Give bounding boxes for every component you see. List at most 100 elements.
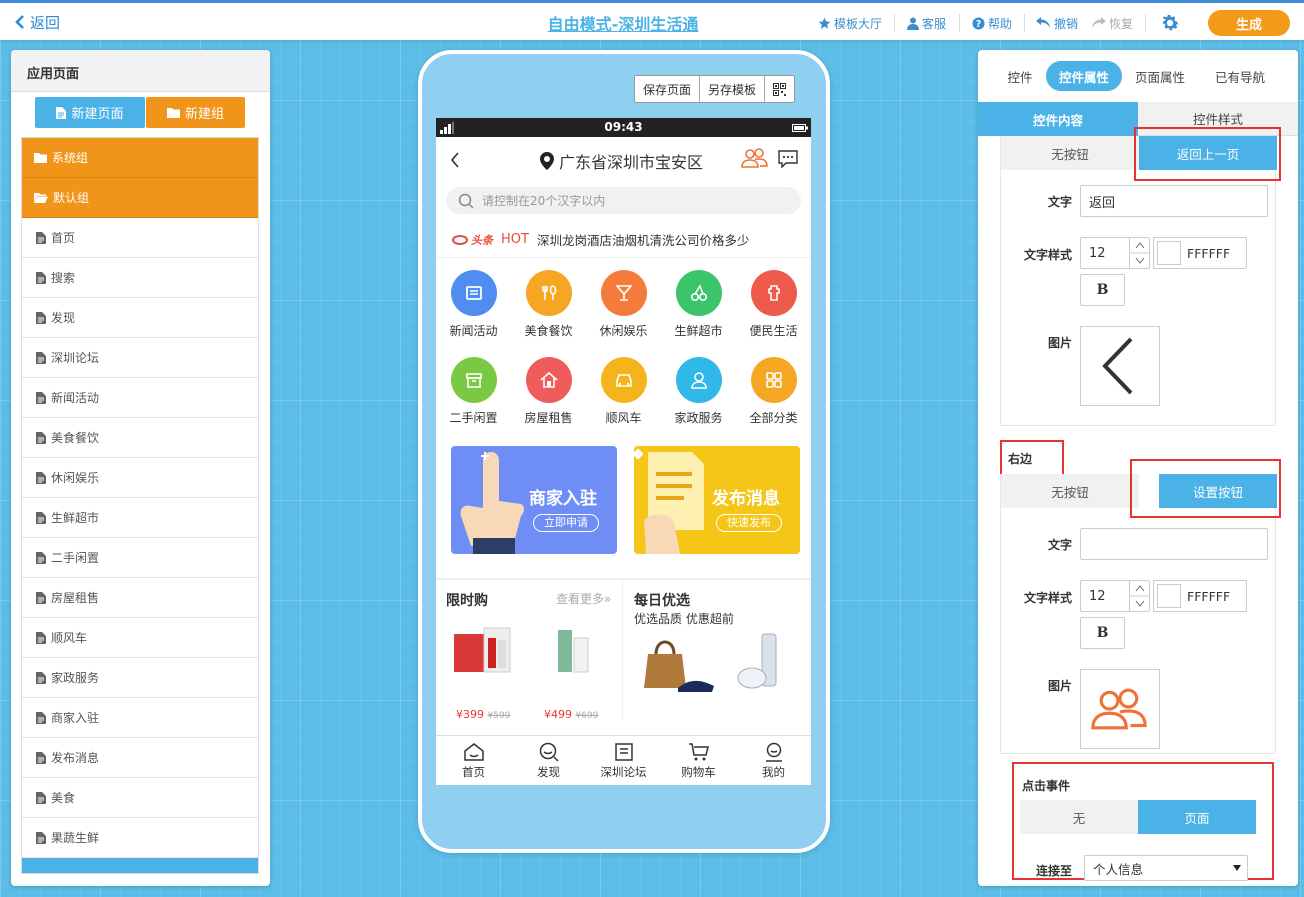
click-none-option[interactable]: 无 (1020, 800, 1138, 834)
cocktail-icon (600, 270, 647, 316)
category-item[interactable]: 生鲜超市 (661, 270, 736, 339)
list-item[interactable]: 首页 (22, 218, 258, 258)
list-item[interactable]: 果蔬生鲜 (22, 818, 258, 858)
bold-toggle[interactable]: B (1080, 274, 1125, 306)
font-size-stepper[interactable]: 12 (1080, 580, 1150, 612)
file-icon (36, 271, 46, 284)
new-group-button[interactable]: 新建组 (146, 97, 245, 128)
newspaper-icon (450, 270, 497, 316)
publish-banner[interactable]: 发布消息 快速发布 (634, 446, 800, 554)
list-item[interactable]: 顺风车 (22, 618, 258, 658)
location[interactable]: 广东省深圳市宝安区 (540, 149, 703, 173)
new-page-button[interactable]: 新建页面 (35, 97, 145, 128)
no-button-option[interactable]: 无按钮 (1001, 136, 1139, 170)
generate-button[interactable]: 生成 (1208, 10, 1290, 36)
list-item[interactable]: 家政服务 (22, 658, 258, 698)
right-text-input[interactable] (1080, 528, 1268, 560)
see-more-link[interactable]: 查看更多» (556, 590, 611, 607)
news-ticker[interactable]: 头条 HOT 深圳龙岗酒店油烟机清洗公司价格多少 (436, 222, 811, 258)
panel-title: 应用页面 (11, 50, 270, 92)
color-value: FFFFFF (1187, 245, 1231, 261)
category-row: 新闻活动 美食餐饮 休闲娱乐 生鲜超市 便民生活 (436, 270, 811, 339)
category-item[interactable]: 美食餐饮 (511, 270, 586, 339)
tab-page-properties[interactable]: 页面属性 (1124, 61, 1196, 91)
gear-icon[interactable] (1159, 12, 1181, 34)
back-chevron-icon[interactable] (450, 152, 460, 168)
list-item[interactable]: 新闻活动 (22, 378, 258, 418)
category-item[interactable]: 顺风车 (586, 357, 661, 426)
nav-home[interactable]: 首页 (436, 736, 511, 785)
group-system[interactable]: 系统组 (22, 138, 258, 178)
pages: 首页搜索发现 深圳论坛新闻活动美食餐饮 休闲娱乐生鲜超市二手闲置 房屋租售 顺风车 家政服… (22, 218, 258, 858)
list-item[interactable]: 深圳论坛 (22, 338, 258, 378)
list-item[interactable]: 房屋租售 (22, 578, 258, 618)
list-item-label: 生鲜超市 (51, 511, 100, 525)
category-item[interactable]: 房屋租售 (511, 357, 586, 426)
qr-code-button[interactable] (765, 76, 794, 102)
color-picker[interactable]: FFFFFF (1153, 580, 1247, 612)
link-target-select[interactable]: 个人信息 (1084, 855, 1248, 881)
list-item[interactable]: 美食 (22, 778, 258, 818)
folder-open-icon (34, 192, 48, 203)
category-item[interactable]: 家政服务 (661, 357, 736, 426)
file-icon (36, 751, 46, 764)
merchant-banner[interactable]: 商家入驻 立即申请 (451, 446, 617, 554)
list-item[interactable]: 发现 (22, 298, 258, 338)
image-label: 图片 (1047, 336, 1072, 350)
search-bar[interactable]: 请控制在20个汉字以内 (446, 187, 801, 214)
undo-icon (1036, 17, 1051, 29)
stepper-arrows-icon[interactable] (1129, 237, 1150, 269)
category-item[interactable]: 全部分类 (736, 357, 811, 426)
tab-controls[interactable]: 控件 (986, 61, 1054, 91)
image-picker[interactable] (1080, 669, 1160, 749)
bold-toggle[interactable]: B (1080, 617, 1125, 649)
list-item-label: 新闻活动 (51, 391, 100, 405)
list-item[interactable]: 二手闲置 (22, 538, 258, 578)
save-page-button[interactable]: 保存页面 (635, 76, 701, 102)
list-item-selected[interactable] (22, 858, 258, 873)
text-input[interactable]: 返回 (1080, 185, 1268, 217)
save-template-button[interactable]: 另存模板 (700, 76, 766, 102)
tab-control-properties[interactable]: 控件属性 (1046, 61, 1122, 91)
click-page-option[interactable]: 页面 (1138, 800, 1256, 834)
highlight-box (1130, 459, 1281, 518)
category-item[interactable]: 二手闲置 (436, 357, 511, 426)
phone-screen: 09:43 广东省深圳市宝安区 请控制在20个汉字以内 头条 HOT 深圳龙岗酒… (436, 118, 811, 785)
nav-me[interactable]: 我的 (736, 736, 811, 785)
group-default[interactable]: 默认组 (22, 178, 258, 218)
image-picker[interactable] (1080, 326, 1160, 406)
nav-label: 首页 (462, 764, 485, 779)
category-item[interactable]: 休闲娱乐 (586, 270, 661, 339)
message-icon[interactable] (778, 150, 798, 168)
font-size-stepper[interactable]: 12 (1080, 237, 1150, 269)
tab-navigation[interactable]: 已有导航 (1204, 61, 1276, 91)
help-button[interactable]: ? 帮助 (972, 14, 1012, 32)
headline-logo: 头条 (452, 232, 493, 248)
nav-discover[interactable]: 发现 (511, 736, 586, 785)
font-size-value: 12 (1089, 245, 1106, 261)
service-button[interactable]: 客服 (907, 14, 946, 32)
nav-cart[interactable]: 购物车 (661, 736, 736, 785)
list-item[interactable]: 搜索 (22, 258, 258, 298)
redo-button[interactable]: 恢复 (1091, 14, 1133, 32)
file-icon (36, 511, 46, 524)
tab-control-content[interactable]: 控件内容 (978, 102, 1138, 136)
template-hall-button[interactable]: 模板大厅 (818, 14, 882, 32)
list-item-label: 搜索 (51, 271, 76, 285)
list-item[interactable]: 发布消息 (22, 738, 258, 778)
stepper-arrows-icon[interactable] (1129, 580, 1150, 612)
file-icon (36, 711, 46, 724)
list-item[interactable]: 休闲娱乐 (22, 458, 258, 498)
app-header: 广东省深圳市宝安区 (436, 137, 811, 185)
category-item[interactable]: 新闻活动 (436, 270, 511, 339)
color-picker[interactable]: FFFFFF (1153, 237, 1247, 269)
list-item[interactable]: 生鲜超市 (22, 498, 258, 538)
list-item[interactable]: 美食餐饮 (22, 418, 258, 458)
no-button-option[interactable]: 无按钮 (1001, 474, 1139, 508)
users-icon[interactable] (741, 147, 769, 169)
template-hall-label: 模板大厅 (834, 16, 883, 31)
category-item[interactable]: 便民生活 (736, 270, 811, 339)
undo-button[interactable]: 撤销 (1036, 14, 1078, 32)
nav-forum[interactable]: 深圳论坛 (586, 736, 661, 785)
list-item[interactable]: 商家入驻 (22, 698, 258, 738)
